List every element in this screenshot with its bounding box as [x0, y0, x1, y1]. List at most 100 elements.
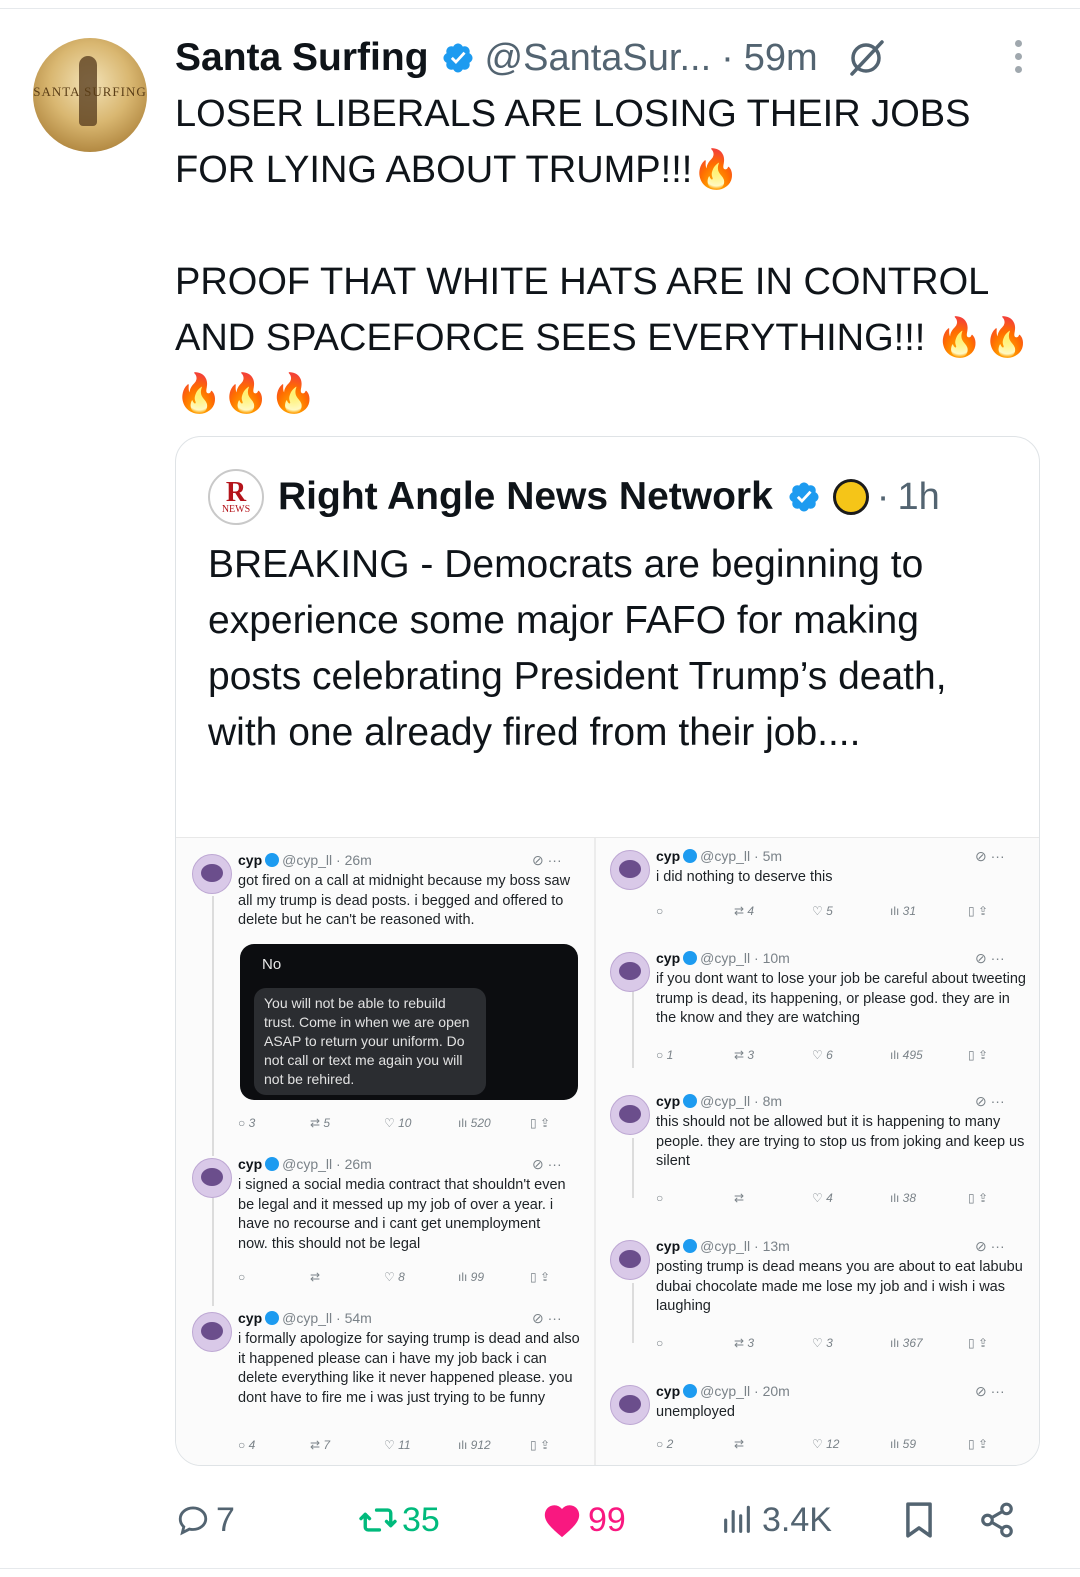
author-name[interactable]: Santa Surfing	[175, 36, 429, 80]
author-avatar[interactable]: SANTA SURFING	[33, 38, 147, 152]
mini-reposts: 7	[323, 1438, 331, 1452]
mini-post-actions: ○ ⇄ ♡ 4 ılı 38 ▯ ⇪	[656, 1191, 988, 1205]
mini-grok-more-icon: ⊘ ···	[532, 852, 562, 868]
bookmark-button[interactable]	[902, 1490, 936, 1550]
mini-grok-more-icon: ⊘ ···	[975, 848, 1005, 864]
verified-badge-icon	[683, 849, 698, 863]
mini-name: cyp	[238, 1310, 263, 1326]
mini-views: 38	[902, 1191, 917, 1205]
image-chat-header: No	[262, 956, 282, 973]
mini-post-header: cyp @cyp_ll · 54m	[238, 1310, 372, 1326]
quoted-media-screenshot[interactable]: cyp @cyp_ll · 26m ⊘ ··· got fired on a ca…	[176, 837, 1039, 1465]
mini-post-actions: ○ 4 ⇄ 7 ♡ 11 ılı 912 ▯ ⇪	[238, 1438, 550, 1452]
mini-reposts: 3	[747, 1048, 755, 1062]
share-icon	[981, 1502, 1013, 1538]
mini-grok-more-icon: ⊘ ···	[975, 1383, 1005, 1399]
mini-handle: @cyp_ll · 26m	[282, 1156, 372, 1172]
mini-post: cyp @cyp_ll · 26m ⊘ ··· i signed a social…	[192, 1156, 587, 1296]
views-icon	[724, 1505, 750, 1533]
quoted-tweet[interactable]: R NEWS Right Angle News Network · 1h BRE…	[175, 436, 1040, 1466]
tweet-text: LOSER LIBERALS ARE LOSING THEIR JOBS FOR…	[175, 93, 1031, 415]
mini-post: cyp @cyp_ll · 8m ⊘ ··· this should not be…	[610, 1093, 1035, 1218]
mini-post-body: posting trump is dead means you are abou…	[656, 1259, 1023, 1314]
mini-grok-more-icon: ⊘ ···	[975, 1238, 1005, 1254]
mini-grok-more-icon: ⊘ ···	[532, 1310, 562, 1326]
mini-likes: 6	[826, 1048, 833, 1062]
mini-views: 99	[470, 1270, 485, 1284]
mini-post: cyp @cyp_ll · 54m ⊘ ··· i formally apolog…	[192, 1310, 587, 1460]
mini-likes: 8	[398, 1270, 405, 1284]
repost-icon	[359, 1508, 397, 1532]
quoted-avatar[interactable]: R NEWS	[208, 469, 264, 525]
mini-name: cyp	[656, 1383, 681, 1399]
repost-button[interactable]: 35	[358, 1490, 440, 1550]
avatar-logo-text: SANTA SURFING	[33, 84, 147, 99]
mini-post-actions: ○ 1 ⇄ 3 ♡ 6 ılı 495 ▯ ⇪	[656, 1048, 988, 1062]
mini-reposts: 5	[323, 1116, 331, 1130]
verified-badge-icon	[265, 1311, 280, 1325]
mini-views: 59	[902, 1437, 917, 1451]
verified-badge-icon	[789, 482, 819, 512]
affiliate-badge-icon	[832, 479, 869, 515]
reply-button[interactable]: 7	[176, 1490, 235, 1550]
verified-badge-icon	[265, 853, 280, 867]
mini-handle: @cyp_ll · 54m	[282, 1310, 372, 1326]
mini-post-image: No You will not be able to rebuild trust…	[240, 944, 578, 1100]
mini-handle: @cyp_ll · 26m	[282, 852, 372, 868]
mini-post-header: cyp @cyp_ll · 20m	[656, 1383, 790, 1399]
verified-badge-icon	[443, 43, 473, 73]
mini-name: cyp	[656, 848, 681, 864]
mini-post-actions: ○ ⇄ ♡ 8 ılı 99 ▯ ⇪	[238, 1270, 550, 1284]
quoted-author-name[interactable]: Right Angle News Network	[278, 475, 773, 519]
like-button[interactable]: 99	[542, 1490, 626, 1550]
reply-count: 7	[216, 1500, 235, 1539]
bookmark-icon	[906, 1502, 932, 1538]
views-count: 3.4K	[762, 1500, 832, 1539]
quoted-time[interactable]: 1h	[897, 476, 939, 519]
mini-avatar	[610, 850, 650, 890]
mini-post: cyp @cyp_ll · 5m ⊘ ··· i did nothing to d…	[610, 848, 1035, 928]
mini-grok-more-icon: ⊘ ···	[532, 1156, 562, 1172]
mini-handle: @cyp_ll · 5m	[700, 848, 783, 864]
mini-handle: @cyp_ll · 13m	[700, 1238, 790, 1254]
mini-name: cyp	[238, 1156, 263, 1172]
mini-avatar	[192, 854, 232, 894]
mini-post-header: cyp @cyp_ll · 13m	[656, 1238, 790, 1254]
mini-post: cyp @cyp_ll · 13m ⊘ ··· posting trump is …	[610, 1238, 1035, 1363]
author-handle[interactable]: @SantaSur...	[485, 37, 712, 80]
mini-likes: 10	[398, 1116, 412, 1130]
mini-views: 367	[902, 1336, 923, 1350]
share-button[interactable]	[978, 1490, 1016, 1550]
mini-likes: 3	[826, 1336, 833, 1350]
mini-post-actions: ○ ⇄ 4 ♡ 5 ılı 31 ▯ ⇪	[656, 904, 988, 918]
bottom-divider	[0, 1568, 1080, 1569]
verified-badge-icon	[683, 1239, 698, 1253]
mini-post-body: i did nothing to deserve this	[656, 869, 833, 885]
more-icon[interactable]	[1008, 40, 1028, 80]
mini-post-header: cyp @cyp_ll · 26m	[238, 852, 372, 868]
mini-post: cyp @cyp_ll · 10m ⊘ ··· if you dont want …	[610, 950, 1035, 1075]
mini-post: cyp @cyp_ll · 26m ⊘ ··· got fired on a ca…	[192, 852, 587, 1142]
mini-name: cyp	[238, 852, 263, 868]
tweet-header: Santa Surfing @SantaSur... · 59m	[175, 30, 888, 86]
verified-badge-icon	[683, 1384, 698, 1398]
mini-likes: 11	[398, 1438, 411, 1452]
tweet-time[interactable]: 59m	[744, 37, 818, 80]
like-icon	[544, 1505, 580, 1538]
grok-icon[interactable]	[844, 36, 888, 80]
mini-avatar	[610, 1095, 650, 1135]
quoted-logo-word: NEWS	[221, 504, 251, 515]
mini-replies: 3	[248, 1116, 256, 1130]
mini-reposts: 3	[747, 1336, 755, 1350]
mini-views: 495	[902, 1048, 923, 1062]
mini-post-actions: ○ ⇄ 3 ♡ 3 ılı 367 ▯ ⇪	[656, 1336, 988, 1350]
mini-post-header: cyp @cyp_ll · 26m	[238, 1156, 372, 1172]
views-button[interactable]: 3.4K	[720, 1490, 832, 1550]
mini-post-body: got fired on a call at midnight because …	[238, 873, 571, 928]
mini-post-body: i formally apologize for saying trump is…	[238, 1331, 580, 1406]
mini-handle: @cyp_ll · 10m	[700, 950, 790, 966]
verified-badge-icon	[265, 1157, 280, 1171]
repost-count: 35	[402, 1500, 440, 1539]
mini-post-body: i signed a social media contract that sh…	[238, 1177, 566, 1252]
verified-badge-icon	[683, 951, 698, 965]
